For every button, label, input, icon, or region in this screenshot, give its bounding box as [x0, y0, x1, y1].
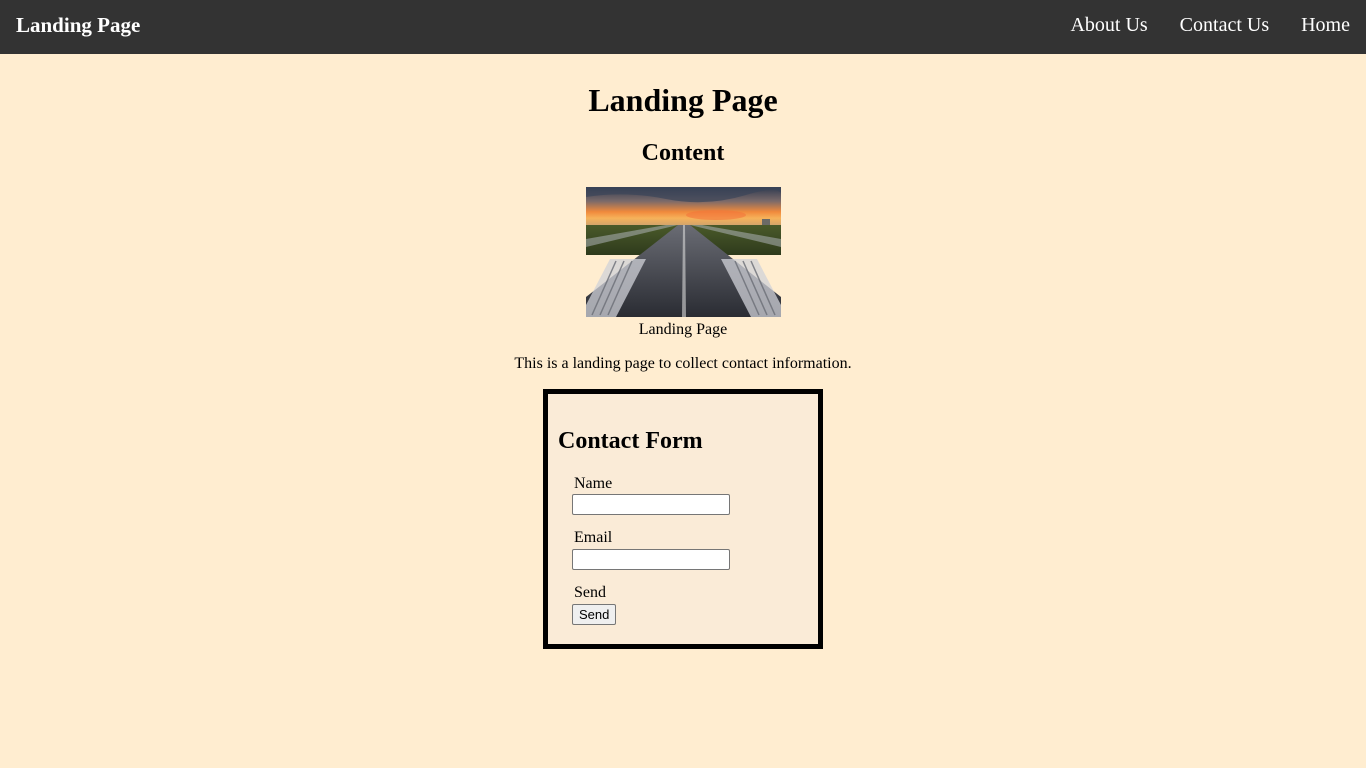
image-caption: Landing Page — [638, 321, 728, 338]
send-label: Send — [574, 584, 606, 601]
brand-logo[interactable]: Landing Page — [16, 12, 140, 38]
section-title: Content — [641, 140, 725, 166]
contact-form-title: Contact Form — [558, 428, 703, 454]
name-label: Name — [574, 475, 613, 492]
nav-link-home[interactable]: Home — [1301, 12, 1350, 38]
nav-link-contact-us[interactable]: Contact Us — [1180, 12, 1269, 38]
page-description: This is a landing page to collect contac… — [514, 355, 852, 372]
name-input[interactable] — [572, 494, 730, 515]
runway-sunset-image — [586, 187, 781, 317]
send-button[interactable]: Send — [572, 604, 617, 625]
nav-links: About Us Contact Us Home — [1070, 12, 1350, 38]
email-input[interactable] — [572, 549, 730, 570]
email-label: Email — [574, 529, 613, 546]
page-title: Landing Page — [588, 82, 778, 118]
nav-link-about-us[interactable]: About Us — [1070, 12, 1147, 38]
navbar: Landing Page About Us Contact Us Home — [0, 0, 1366, 54]
contact-form: Contact Form Name Email Send Send — [543, 389, 823, 649]
